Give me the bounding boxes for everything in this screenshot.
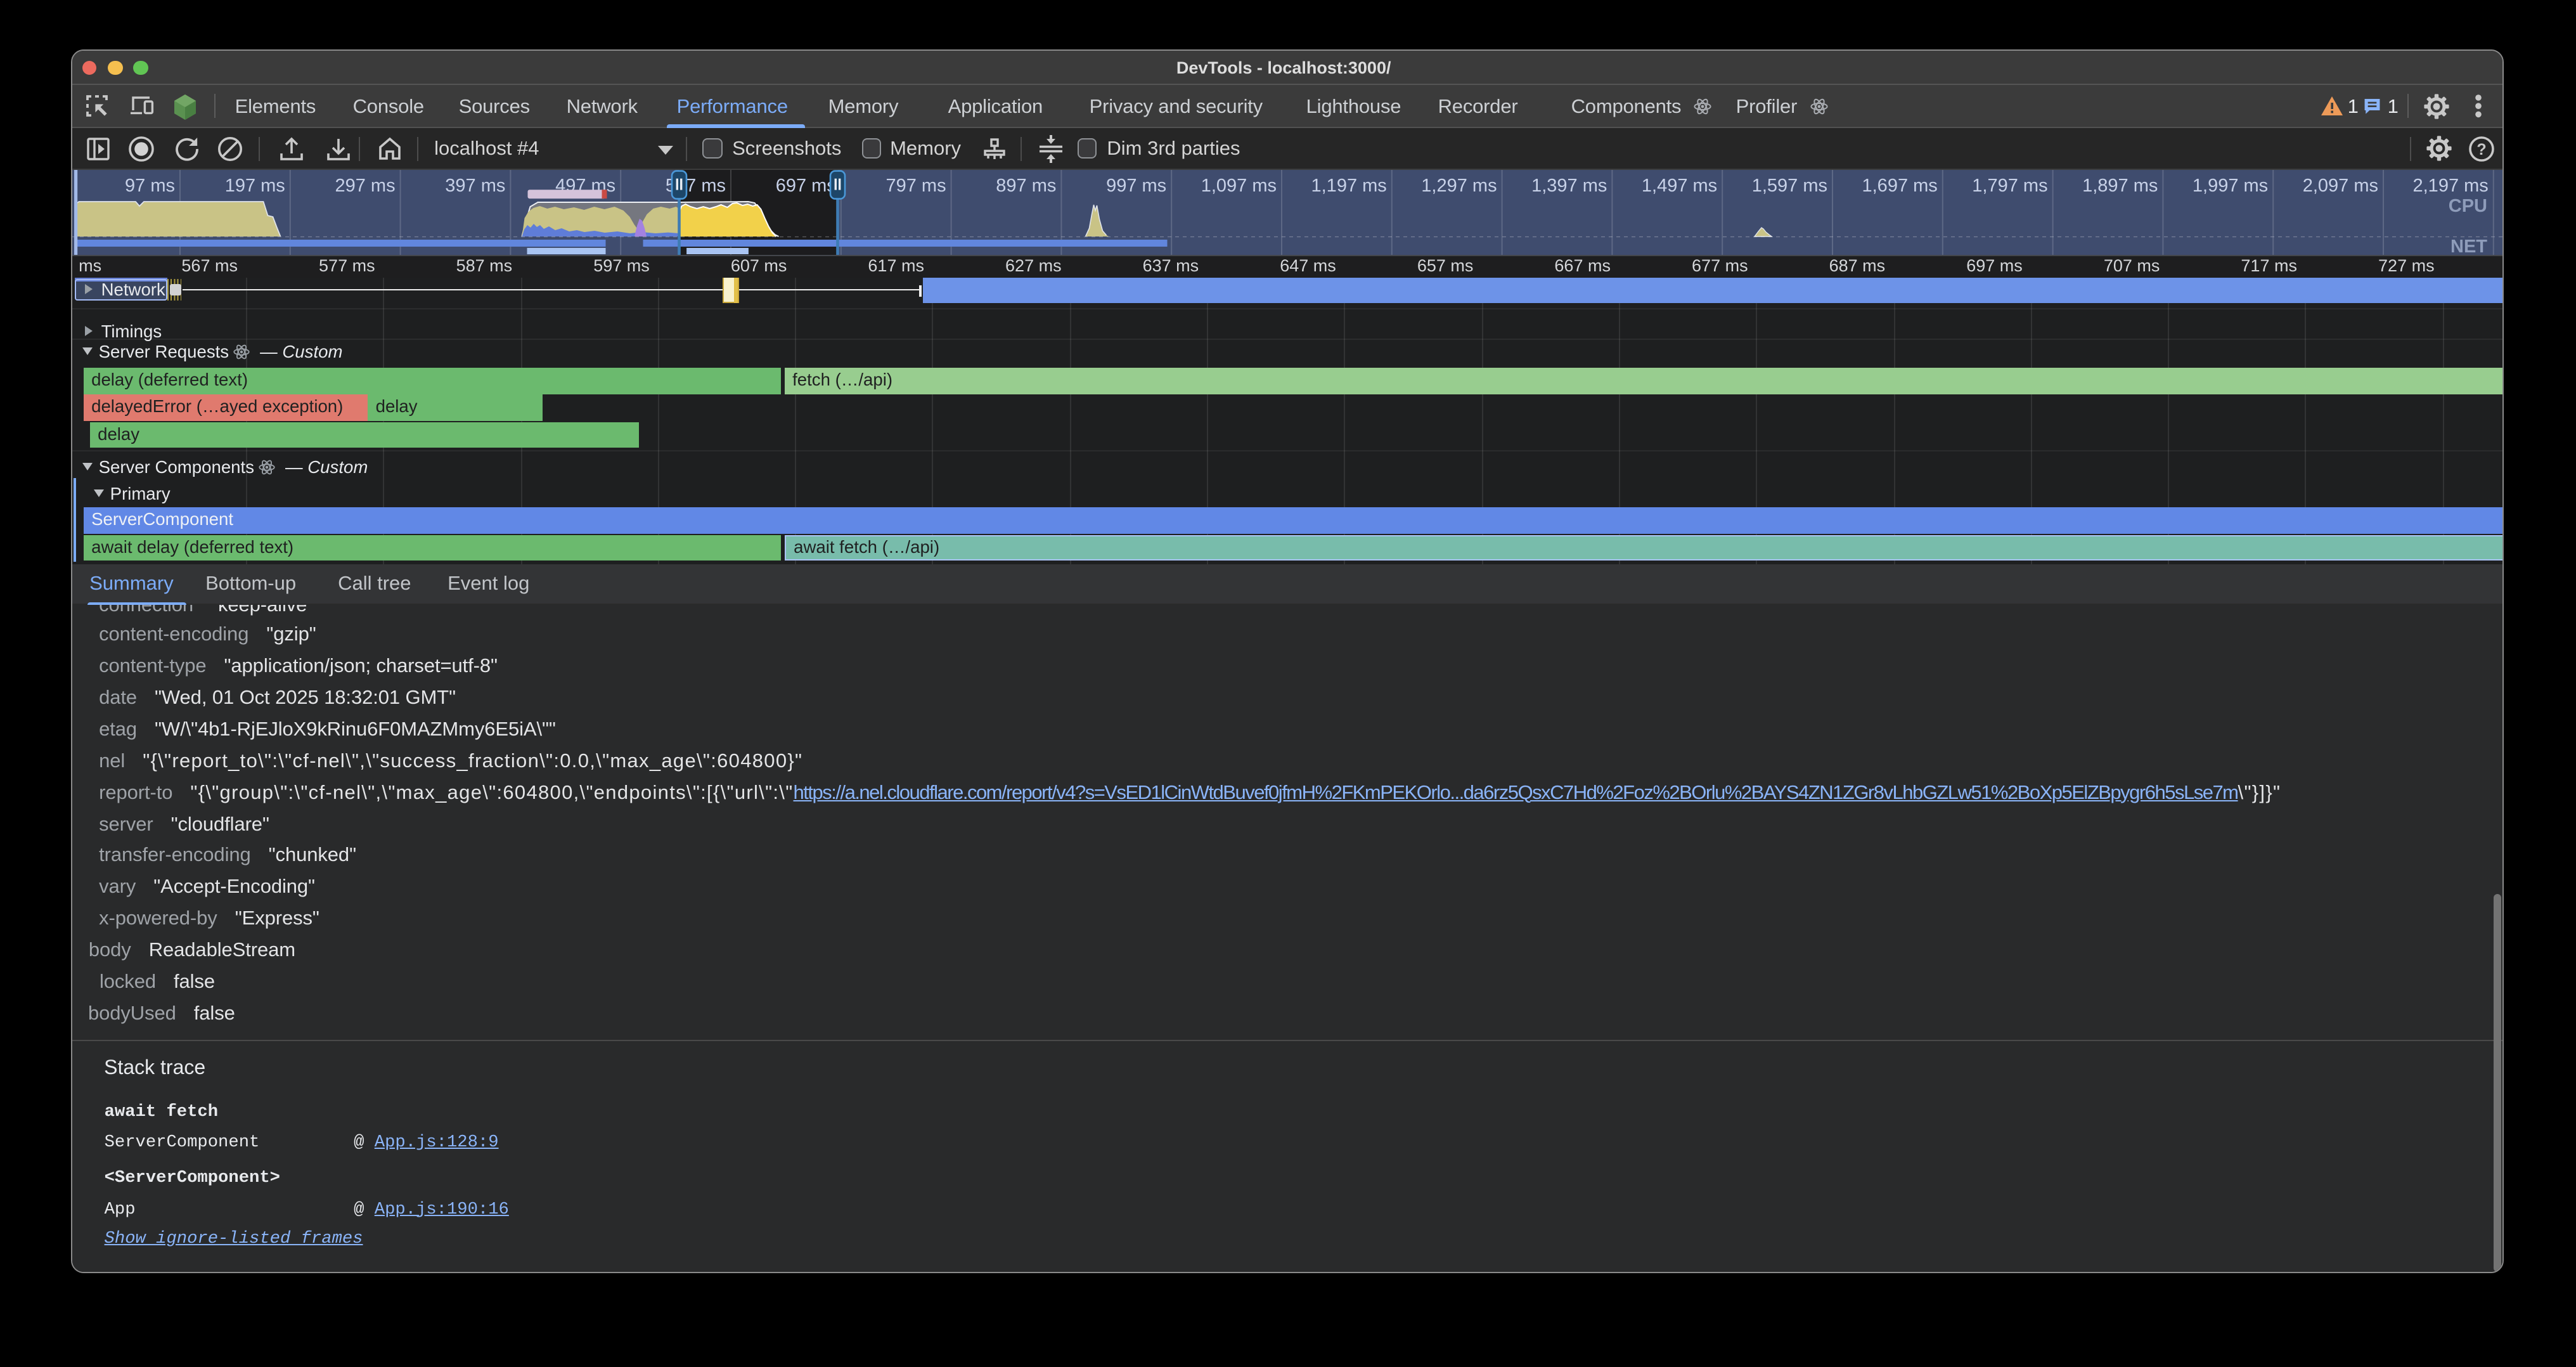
svg-text:897 ms: 897 ms bbox=[996, 176, 1057, 196]
svg-text:NET: NET bbox=[2451, 236, 2488, 255]
svg-text:1,997 ms: 1,997 ms bbox=[2193, 176, 2268, 196]
svg-text:297 ms: 297 ms bbox=[335, 176, 396, 196]
svg-text:997 ms: 997 ms bbox=[1107, 176, 1167, 196]
svg-text:1,297 ms: 1,297 ms bbox=[1422, 176, 1497, 196]
svg-text:2,197 ms: 2,197 ms bbox=[2413, 176, 2489, 196]
svg-text:1,097 ms: 1,097 ms bbox=[1201, 176, 1277, 196]
svg-text:1,697 ms: 1,697 ms bbox=[1862, 176, 1938, 196]
svg-text:2,097 ms: 2,097 ms bbox=[2303, 176, 2378, 196]
svg-text:1,797 ms: 1,797 ms bbox=[1973, 176, 2048, 196]
svg-text:1,197 ms: 1,197 ms bbox=[1311, 176, 1387, 196]
svg-text:1,897 ms: 1,897 ms bbox=[2083, 176, 2158, 196]
svg-text:697 ms: 697 ms bbox=[776, 176, 836, 196]
svg-text:1,597 ms: 1,597 ms bbox=[1752, 176, 1827, 196]
svg-text:?: ? bbox=[2477, 140, 2487, 158]
svg-text:397 ms: 397 ms bbox=[446, 176, 506, 196]
svg-text:CPU: CPU bbox=[2449, 196, 2487, 216]
svg-text:197 ms: 197 ms bbox=[225, 176, 285, 196]
svg-text:797 ms: 797 ms bbox=[886, 176, 946, 196]
svg-text:1,497 ms: 1,497 ms bbox=[1642, 176, 1717, 196]
svg-text:1,397 ms: 1,397 ms bbox=[1532, 176, 1607, 196]
svg-text:97 ms: 97 ms bbox=[126, 176, 176, 196]
